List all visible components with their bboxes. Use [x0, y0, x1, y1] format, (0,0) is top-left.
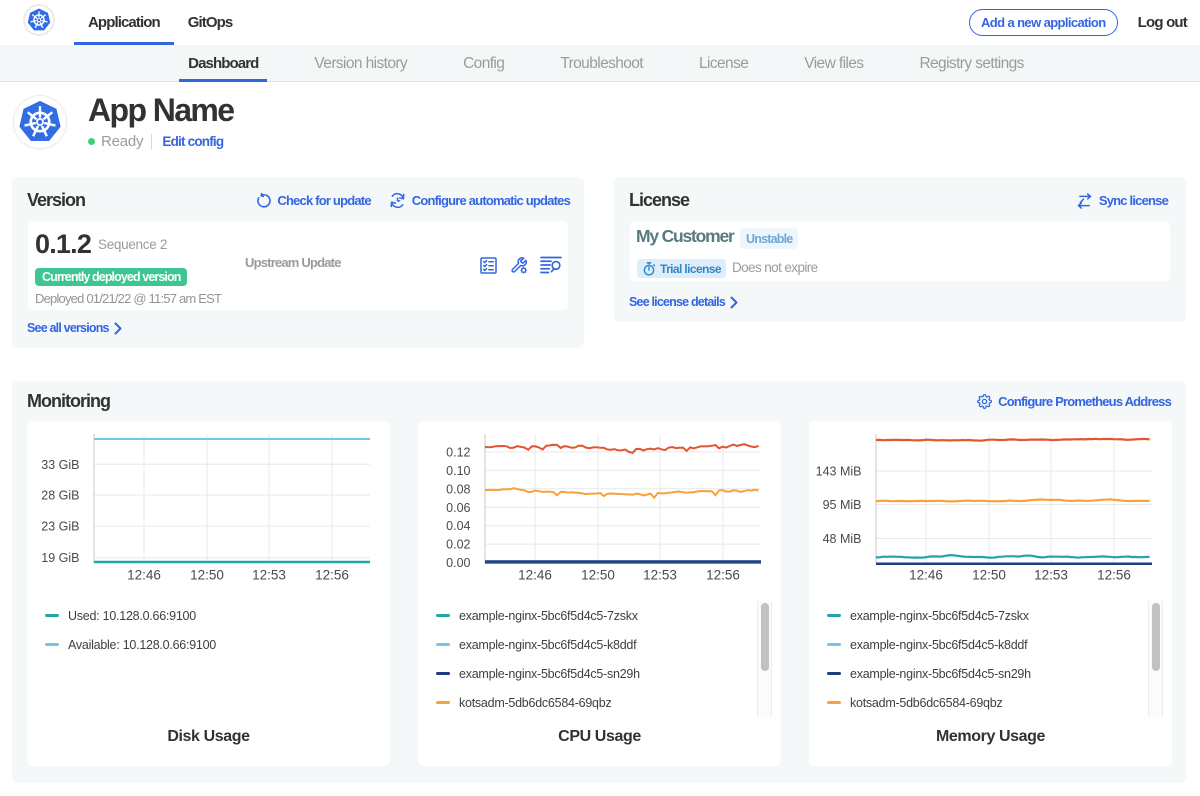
svg-text:0.04: 0.04	[446, 519, 470, 533]
svg-text:12:50: 12:50	[972, 568, 1006, 583]
svg-text:12:46: 12:46	[127, 568, 161, 583]
svg-text:0.12: 0.12	[446, 446, 470, 460]
svg-text:12:53: 12:53	[1034, 568, 1068, 583]
svg-text:19 GiB: 19 GiB	[41, 551, 79, 565]
svg-text:0.02: 0.02	[446, 538, 470, 552]
svg-text:12:53: 12:53	[643, 568, 677, 583]
svg-text:48 MiB: 48 MiB	[823, 532, 862, 546]
svg-text:23 GiB: 23 GiB	[41, 520, 79, 534]
svg-text:28 GiB: 28 GiB	[41, 489, 79, 503]
svg-text:0.00: 0.00	[446, 556, 470, 570]
svg-text:12:53: 12:53	[252, 568, 286, 583]
svg-text:95 MiB: 95 MiB	[823, 498, 862, 512]
svg-text:0.08: 0.08	[446, 482, 470, 496]
svg-text:12:56: 12:56	[1097, 568, 1131, 583]
svg-text:12:50: 12:50	[190, 568, 224, 583]
svg-text:12:50: 12:50	[581, 568, 615, 583]
svg-text:0.06: 0.06	[446, 501, 470, 515]
svg-text:12:46: 12:46	[909, 568, 943, 583]
svg-text:33 GiB: 33 GiB	[41, 458, 79, 472]
svg-text:143 MiB: 143 MiB	[816, 465, 862, 479]
svg-text:12:46: 12:46	[518, 568, 552, 583]
svg-text:12:56: 12:56	[315, 568, 349, 583]
svg-text:12:56: 12:56	[706, 568, 740, 583]
svg-text:0.10: 0.10	[446, 464, 470, 478]
